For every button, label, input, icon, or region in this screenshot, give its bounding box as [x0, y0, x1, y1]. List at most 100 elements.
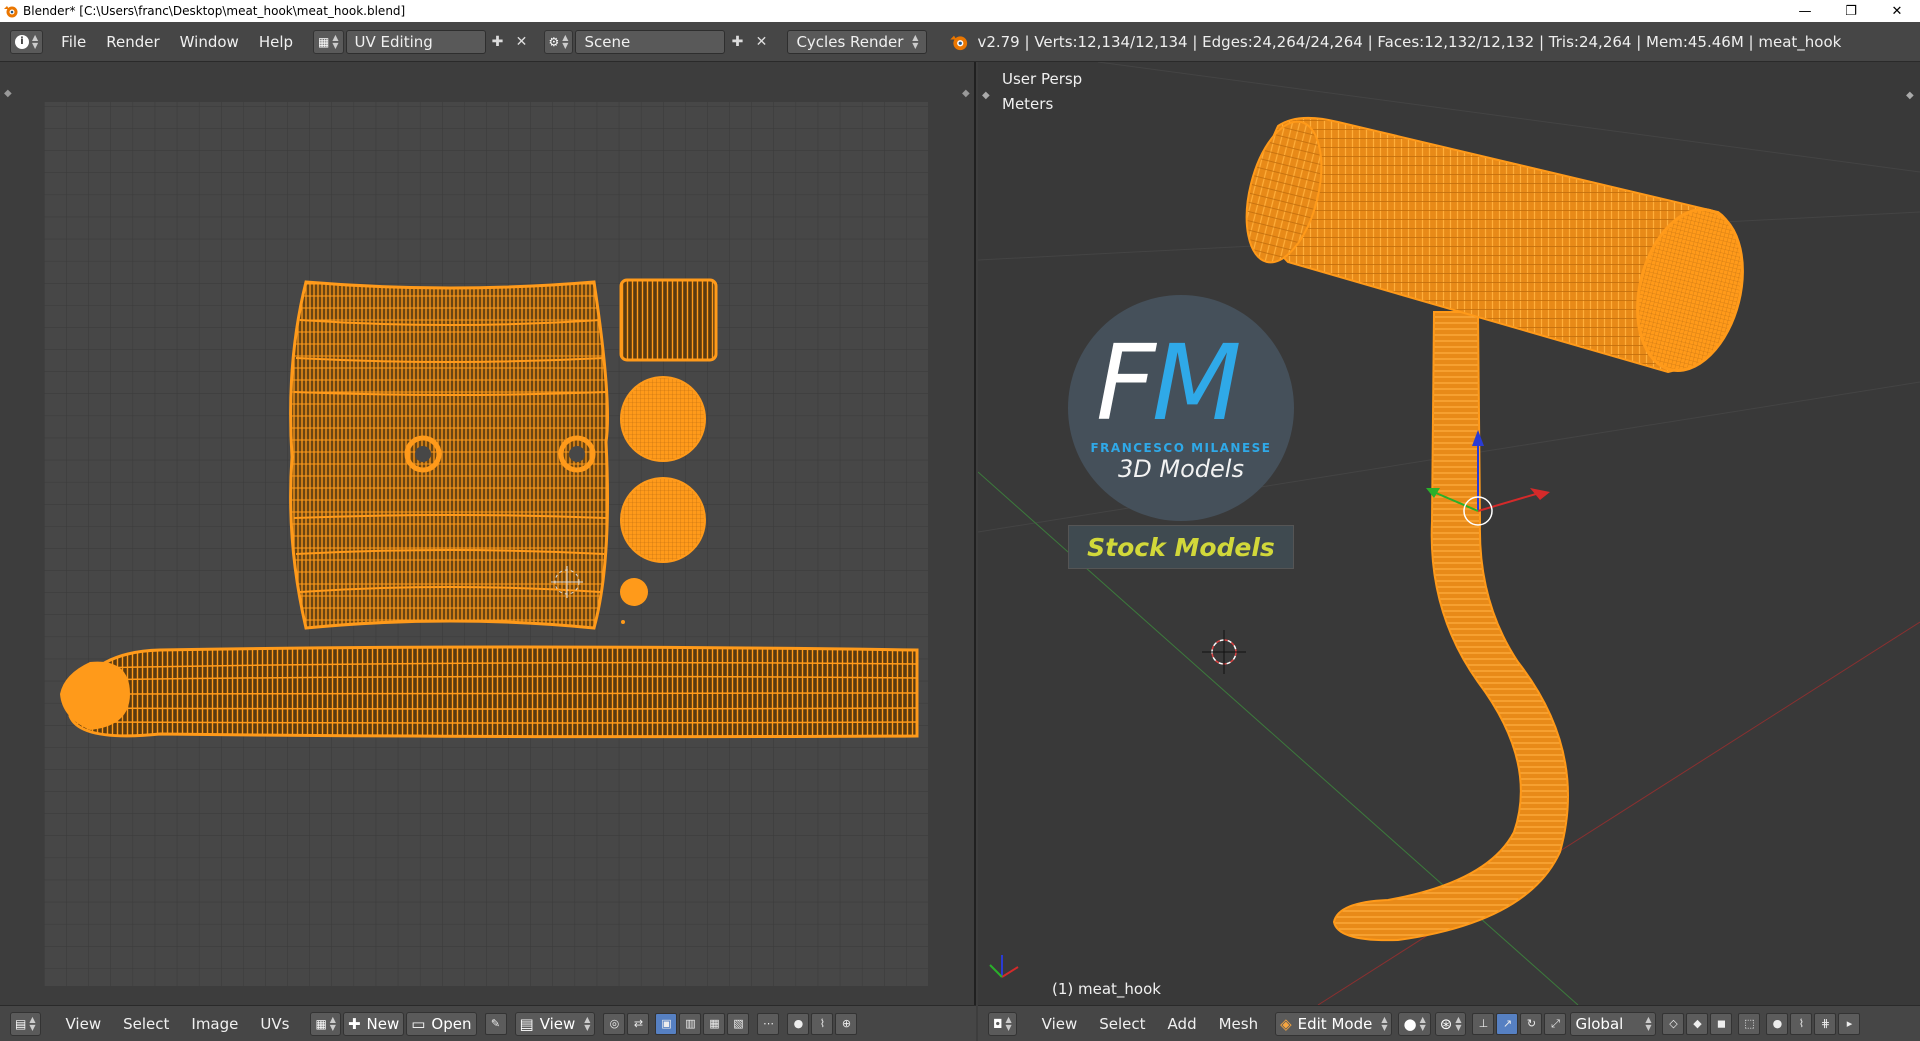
add-scene-icon[interactable]: ✚ — [725, 30, 749, 54]
editor-type-3d-button[interactable]: ◘ ▲ ▼ — [988, 1011, 1017, 1036]
snap-toggle-icon[interactable]: ⌇ — [1790, 1012, 1813, 1035]
updown-arrows-icon: ▲ ▼ — [1005, 1014, 1012, 1032]
uv-island-cap-2[interactable] — [620, 477, 706, 563]
uv-sculpt-icon[interactable]: ⊕ — [835, 1012, 858, 1035]
maximize-button[interactable]: ❐ — [1828, 0, 1874, 22]
uv-menu-image[interactable]: Image — [180, 1015, 249, 1033]
updown-arrows-icon: ▲ ▼ — [329, 1014, 336, 1032]
open-image-button[interactable]: ▭ Open — [406, 1011, 477, 1036]
uv-island-strip[interactable] — [619, 278, 718, 362]
vp-menu-add[interactable]: Add — [1157, 1015, 1208, 1033]
updown-arrows-icon: ▲ ▼ — [29, 1014, 36, 1032]
plus-icon: ✚ — [347, 1014, 361, 1033]
scale-manipulator-icon[interactable]: ⤢ — [1544, 1012, 1567, 1035]
vp-menu-view[interactable]: View — [1031, 1015, 1089, 1033]
translate-manipulator-icon[interactable]: ↗ — [1496, 1012, 1519, 1035]
info-icon: i — [15, 34, 29, 49]
uv-island-handle[interactable] — [289, 280, 609, 630]
open-image-label: Open — [431, 1014, 472, 1033]
editor-type-info-button[interactable]: i ▲ ▼ — [10, 29, 44, 54]
logo-author-name: FRANCESCO MILANESE — [1090, 441, 1272, 455]
uv-menu-select[interactable]: Select — [112, 1015, 180, 1033]
meat-hook-mesh[interactable] — [1234, 114, 1759, 942]
close-button[interactable]: ✕ — [1874, 0, 1920, 22]
mode-label: Edit Mode — [1297, 1014, 1373, 1033]
render-engine-value: Cycles Render — [796, 32, 904, 51]
updown-arrows-icon: ▲ ▼ — [332, 32, 339, 50]
uv-island-dot[interactable] — [620, 578, 648, 606]
units-label: Meters — [1002, 95, 1054, 113]
3d-cursor-icon — [1202, 630, 1246, 674]
pivot-icon[interactable]: ◎ — [603, 1012, 626, 1035]
stock-models-text: Stock Models — [1087, 532, 1275, 562]
view-name-label: User Persp — [1002, 70, 1083, 88]
pivot-dropdown[interactable]: ⊛ ▲ ▼ — [1434, 1011, 1467, 1036]
uv-island-cap-1[interactable] — [620, 376, 706, 462]
scene-stats: v2.79 | Verts:12,134/12,134 | Edges:24,2… — [977, 32, 1842, 51]
remove-screen-icon[interactable]: ✕ — [510, 30, 534, 54]
updown-arrows-icon: ▲ ▼ — [584, 1014, 591, 1032]
updown-arrows-icon: ▲ ▼ — [562, 32, 569, 50]
scene-selector[interactable]: ⚙ ▲ ▼ — [543, 29, 574, 54]
render-engine-dropdown[interactable]: Cycles Render ▲ ▼ — [787, 29, 928, 54]
pin-icon[interactable]: ✎ — [484, 1012, 507, 1035]
info-header: i ▲ ▼ File Render Window Help ▦ ▲ ▼ UV Edi… — [0, 22, 1920, 62]
vp-menu-mesh[interactable]: Mesh — [1208, 1015, 1270, 1033]
face-select-icon[interactable]: ▦ — [703, 1012, 726, 1035]
vp-menu-select[interactable]: Select — [1088, 1015, 1156, 1033]
folder-icon: ▭ — [411, 1014, 426, 1033]
menu-window[interactable]: Window — [170, 22, 249, 62]
updown-arrows-icon: ▲ ▼ — [1645, 1014, 1652, 1032]
vertex-select-mode-icon[interactable]: ◇ — [1662, 1012, 1685, 1035]
image-browse-icon: ▦ — [315, 1016, 327, 1031]
updown-arrows-icon: ▲ ▼ — [1455, 1014, 1462, 1032]
image-browse-button[interactable]: ▦ ▲ ▼ — [310, 1011, 341, 1036]
solid-shading-icon: ● — [1403, 1014, 1417, 1033]
layout-grid-icon: ▦ — [318, 34, 330, 49]
scene-name-field[interactable]: Scene — [575, 29, 726, 54]
vertex-select-icon[interactable]: ▣ — [655, 1012, 678, 1035]
snap-icon[interactable]: ⌇ — [811, 1012, 834, 1035]
scene-icon: ⚙ — [548, 34, 560, 49]
sync-selection-icon[interactable]: ⇄ — [627, 1012, 650, 1035]
uv-menu-uvs[interactable]: UVs — [249, 1015, 300, 1033]
mode-dropdown[interactable]: ◈ Edit Mode ▲ ▼ — [1275, 1011, 1393, 1036]
uv-menu-view[interactable]: View — [55, 1015, 113, 1033]
active-object-label: (1) meat_hook — [1052, 980, 1161, 998]
orientation-dropdown[interactable]: Global ▲ ▼ — [1570, 1011, 1657, 1036]
new-image-button[interactable]: ✚ New — [342, 1011, 405, 1036]
island-select-icon[interactable]: ▧ — [727, 1012, 750, 1035]
add-screen-icon[interactable]: ✚ — [486, 30, 510, 54]
uv-image-editor[interactable]: ◆ ◆ — [0, 62, 976, 1005]
occlude-geometry-icon[interactable]: ⬚ — [1738, 1012, 1761, 1035]
proportional-edit-icon[interactable]: ● — [1766, 1012, 1789, 1035]
screen-layout-selector[interactable]: ▦ ▲ ▼ — [313, 29, 344, 54]
snap-element-icon[interactable]: ⋕ — [1814, 1012, 1837, 1035]
remove-scene-icon[interactable]: ✕ — [749, 30, 773, 54]
screen-name-field[interactable]: UV Editing — [345, 29, 486, 54]
render-preview-icon[interactable]: ▸ — [1838, 1012, 1861, 1035]
proportional-edit-icon[interactable]: ● — [787, 1012, 810, 1035]
edge-select-icon[interactable]: ▥ — [679, 1012, 702, 1035]
uv-canvas[interactable]: ◆ ◆ — [0, 62, 976, 1005]
face-select-mode-icon[interactable]: ◼ — [1710, 1012, 1733, 1035]
rotate-manipulator-icon[interactable]: ↻ — [1520, 1012, 1543, 1035]
shading-dropdown[interactable]: ● ▲ ▼ — [1398, 1011, 1431, 1036]
window-titlebar: Blender* [C:\Users\franc\Desktop\meat_ho… — [0, 0, 1920, 22]
menu-file[interactable]: File — [51, 22, 96, 62]
manipulator-toggle-icon[interactable]: ⊥ — [1472, 1012, 1495, 1035]
menu-help[interactable]: Help — [249, 22, 303, 62]
svg-text:◆: ◆ — [962, 88, 970, 99]
editor-type-image-button[interactable]: ▤ ▲ ▼ — [10, 1011, 41, 1036]
edge-select-mode-icon[interactable]: ◆ — [1686, 1012, 1709, 1035]
image-mode-dropdown[interactable]: ▤ View ▲ ▼ — [514, 1011, 596, 1036]
minimize-button[interactable]: — — [1782, 0, 1828, 22]
view-mode-icon: ▤ — [519, 1014, 534, 1033]
viewport-header: ◘ ▲ ▼ View Select Add Mesh ◈ Edit Mode ▲ ▼… — [978, 1005, 1920, 1041]
image-mode-label: View — [539, 1014, 576, 1033]
blender-logo-icon — [950, 35, 968, 50]
uv-island-hook[interactable] — [60, 645, 919, 739]
blender-logo-icon — [4, 6, 18, 18]
menu-render[interactable]: Render — [96, 22, 169, 62]
sticky-select-icon[interactable]: ⋯ — [757, 1012, 780, 1035]
